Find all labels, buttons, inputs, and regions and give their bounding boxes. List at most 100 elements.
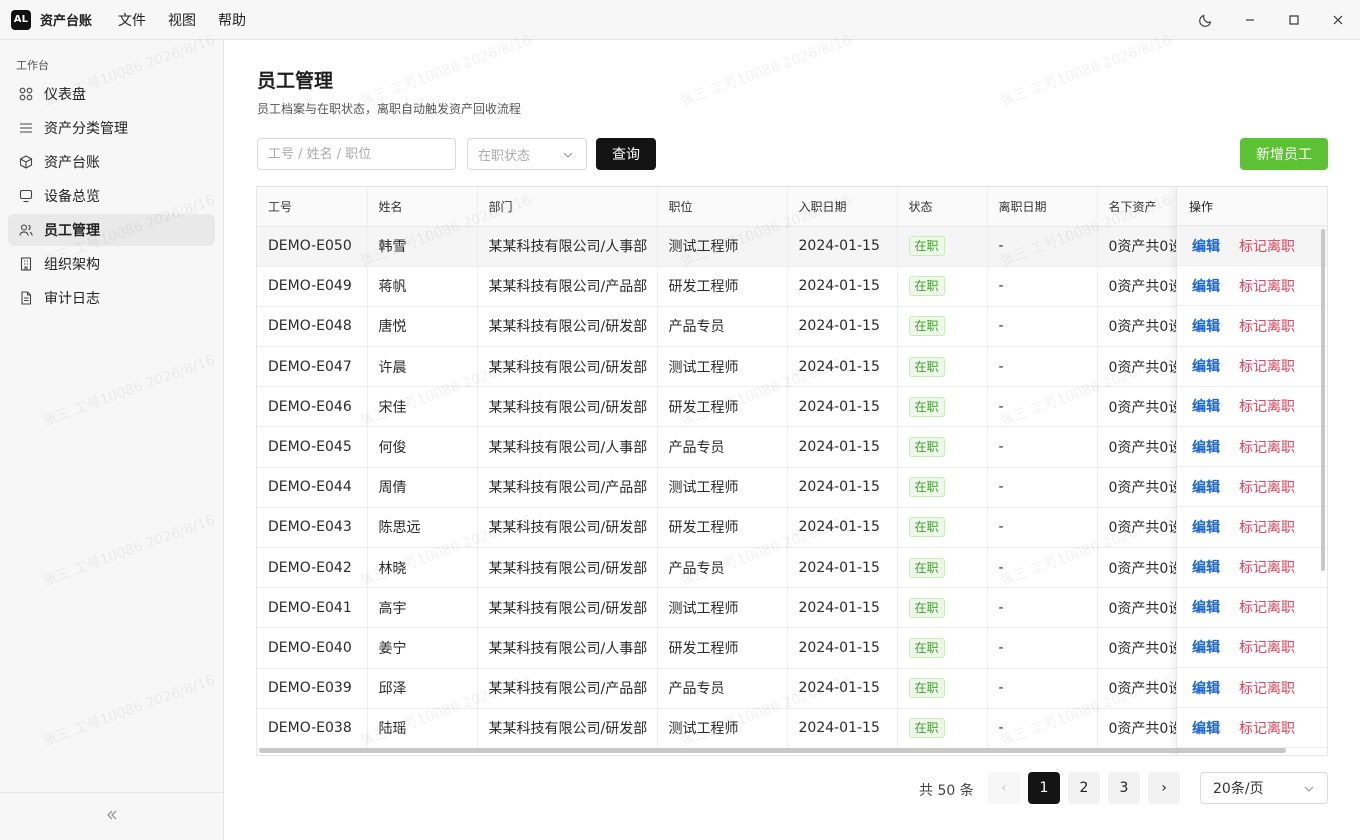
mark-leave-link[interactable]: 标记离职 xyxy=(1239,637,1295,657)
cell-department: 某某科技有限公司/研发部 xyxy=(477,386,658,428)
horizontal-scrollbar[interactable] xyxy=(259,748,1286,753)
edit-link[interactable]: 编辑 xyxy=(1192,276,1220,296)
status-badge: 在职 xyxy=(908,557,945,578)
cell-id: DEMO-E038 xyxy=(257,708,368,749)
employee-table-grid: 工号 姓名 部门 职位 入职日期 状态 离职日期 名下资产 DEMO-E050 韩… xyxy=(257,187,1218,749)
table-header-row: 工号 姓名 部门 职位 入职日期 状态 离职日期 名下资产 xyxy=(257,187,1218,227)
table-row: DEMO-E045 何俊 某某科技有限公司/人事部 产品专员 2024-01-15 在职 -… xyxy=(257,426,1218,468)
col-header-department: 部门 xyxy=(477,187,658,227)
table-row: DEMO-E048 唐悦 某某科技有限公司/研发部 产品专员 2024-01-15 在职 -… xyxy=(257,306,1218,348)
mark-leave-link[interactable]: 标记离职 xyxy=(1239,437,1295,457)
page-1-button[interactable]: 1 xyxy=(1028,772,1060,804)
actions-column: 操作 编辑 标记离职 编辑 标记离职 编辑 标记离职 编辑 标记离职 编辑 标记离职 编辑 标记离职编… xyxy=(1176,187,1327,755)
mark-leave-link[interactable]: 标记离职 xyxy=(1239,236,1295,256)
menu-view[interactable]: 视图 xyxy=(168,10,196,30)
sidebar-item-org-structure[interactable]: 组织架构 xyxy=(8,248,215,280)
query-button[interactable]: 查询 xyxy=(596,138,656,170)
col-header-position: 职位 xyxy=(657,187,788,227)
cell-hire-date: 2024-01-15 xyxy=(787,226,898,267)
close-icon[interactable] xyxy=(1316,0,1360,40)
cell-name: 周倩 xyxy=(367,467,478,508)
cell-position: 测试工程师 xyxy=(657,587,788,629)
page-subtitle: 员工档案与在职状态，离职自动触发资产回收流程 xyxy=(257,102,522,116)
sidebar-section-title: 工作台 xyxy=(16,59,49,72)
sidebar-item-employees[interactable]: 员工管理 xyxy=(8,214,215,246)
theme-toggle-moon-icon[interactable] xyxy=(1184,0,1228,40)
mark-leave-link[interactable]: 标记离职 xyxy=(1239,718,1295,738)
edit-link[interactable]: 编辑 xyxy=(1192,557,1220,577)
status-select[interactable]: 在职状态 xyxy=(467,138,587,170)
prev-page-button[interactable]: ‹ xyxy=(988,772,1020,804)
app-logo: AL xyxy=(11,9,31,30)
next-page-button[interactable]: › xyxy=(1148,772,1180,804)
main-content: 员工管理 员工档案与在职状态，离职自动触发资产回收流程 在职状态 查询 新增员工… xyxy=(225,40,1360,840)
cell-status: 在职 xyxy=(897,627,988,669)
cell-leave-date: - xyxy=(987,627,1098,669)
chevron-down-icon xyxy=(1303,783,1315,799)
search-input[interactable] xyxy=(257,138,456,170)
table-row: DEMO-E043 陈思远 某某科技有限公司/研发部 研发工程师 2024-01-15 在… xyxy=(257,507,1218,549)
page-size-select[interactable]: 20条/页 xyxy=(1200,772,1328,804)
sidebar-item-device-overview[interactable]: 设备总览 xyxy=(8,180,215,212)
sidebar-item-asset-ledger[interactable]: 资产台账 xyxy=(8,146,215,178)
edit-link[interactable]: 编辑 xyxy=(1192,477,1220,497)
cell-department: 某某科技有限公司/人事部 xyxy=(477,426,658,468)
edit-link[interactable]: 编辑 xyxy=(1192,437,1220,457)
edit-link[interactable]: 编辑 xyxy=(1192,517,1220,537)
edit-link[interactable]: 编辑 xyxy=(1192,236,1220,256)
cell-position: 产品专员 xyxy=(657,668,788,709)
page-2-button[interactable]: 2 xyxy=(1068,772,1100,804)
status-badge: 在职 xyxy=(908,396,945,417)
cell-hire-date: 2024-01-15 xyxy=(787,627,898,669)
app-name: 资产台账 xyxy=(40,14,93,29)
menu-file[interactable]: 文件 xyxy=(118,10,146,30)
page-3-button[interactable]: 3 xyxy=(1108,772,1140,804)
mark-leave-link[interactable]: 标记离职 xyxy=(1239,356,1295,376)
cell-department: 某某科技有限公司/产品部 xyxy=(477,668,658,709)
sidebar-item-asset-category[interactable]: 资产分类管理 xyxy=(8,112,215,144)
cell-id: DEMO-E042 xyxy=(257,547,368,589)
sidebar-collapse-button[interactable] xyxy=(0,792,223,840)
edit-link[interactable]: 编辑 xyxy=(1192,678,1220,698)
minimize-icon[interactable] xyxy=(1228,0,1272,40)
edit-link[interactable]: 编辑 xyxy=(1192,356,1220,376)
page-size-value: 20条/页 xyxy=(1213,781,1264,797)
mark-leave-link[interactable]: 标记离职 xyxy=(1239,517,1295,537)
edit-link[interactable]: 编辑 xyxy=(1192,597,1220,617)
table-row: DEMO-E038 陆瑶 某某科技有限公司/研发部 测试工程师 2024-01-15 在职… xyxy=(257,708,1218,749)
cell-department: 某某科技有限公司/人事部 xyxy=(477,226,658,267)
mark-leave-link[interactable]: 标记离职 xyxy=(1239,396,1295,416)
mark-leave-link[interactable]: 标记离职 xyxy=(1239,276,1295,296)
sidebar-item-label: 资产分类管理 xyxy=(44,121,128,137)
status-badge: 在职 xyxy=(908,316,945,337)
cell-leave-date: - xyxy=(987,346,1098,388)
mark-leave-link[interactable]: 标记离职 xyxy=(1239,557,1295,577)
cell-position: 研发工程师 xyxy=(657,386,788,428)
maximize-icon[interactable] xyxy=(1272,0,1316,40)
sidebar-item-dashboard[interactable]: 仪表盘 xyxy=(8,78,215,110)
dashboard-icon xyxy=(18,86,34,102)
mark-leave-link[interactable]: 标记离职 xyxy=(1239,316,1295,336)
cell-status: 在职 xyxy=(897,386,988,428)
mark-leave-link[interactable]: 标记离职 xyxy=(1239,678,1295,698)
cell-position: 测试工程师 xyxy=(657,226,788,267)
cell-name: 许晨 xyxy=(367,346,478,388)
sidebar-item-audit-log[interactable]: 审计日志 xyxy=(8,282,215,314)
actions-cell: 编辑 标记离职 xyxy=(1177,507,1327,548)
edit-link[interactable]: 编辑 xyxy=(1192,637,1220,657)
status-select-placeholder: 在职状态 xyxy=(478,148,531,164)
edit-link[interactable]: 编辑 xyxy=(1192,718,1220,738)
cell-id: DEMO-E048 xyxy=(257,306,368,348)
edit-link[interactable]: 编辑 xyxy=(1192,396,1220,416)
mark-leave-link[interactable]: 标记离职 xyxy=(1239,477,1295,497)
edit-link[interactable]: 编辑 xyxy=(1192,316,1220,336)
vertical-scrollbar[interactable] xyxy=(1321,229,1325,571)
table-row: DEMO-E044 周倩 某某科技有限公司/产品部 测试工程师 2024-01-15 在职… xyxy=(257,467,1218,508)
menu-help[interactable]: 帮助 xyxy=(218,10,246,30)
cell-id: DEMO-E047 xyxy=(257,346,368,388)
add-employee-button[interactable]: 新增员工 xyxy=(1240,138,1328,170)
status-badge: 在职 xyxy=(908,517,945,538)
mark-leave-link[interactable]: 标记离职 xyxy=(1239,597,1295,617)
users-icon xyxy=(18,222,34,238)
cell-id: DEMO-E045 xyxy=(257,426,368,468)
